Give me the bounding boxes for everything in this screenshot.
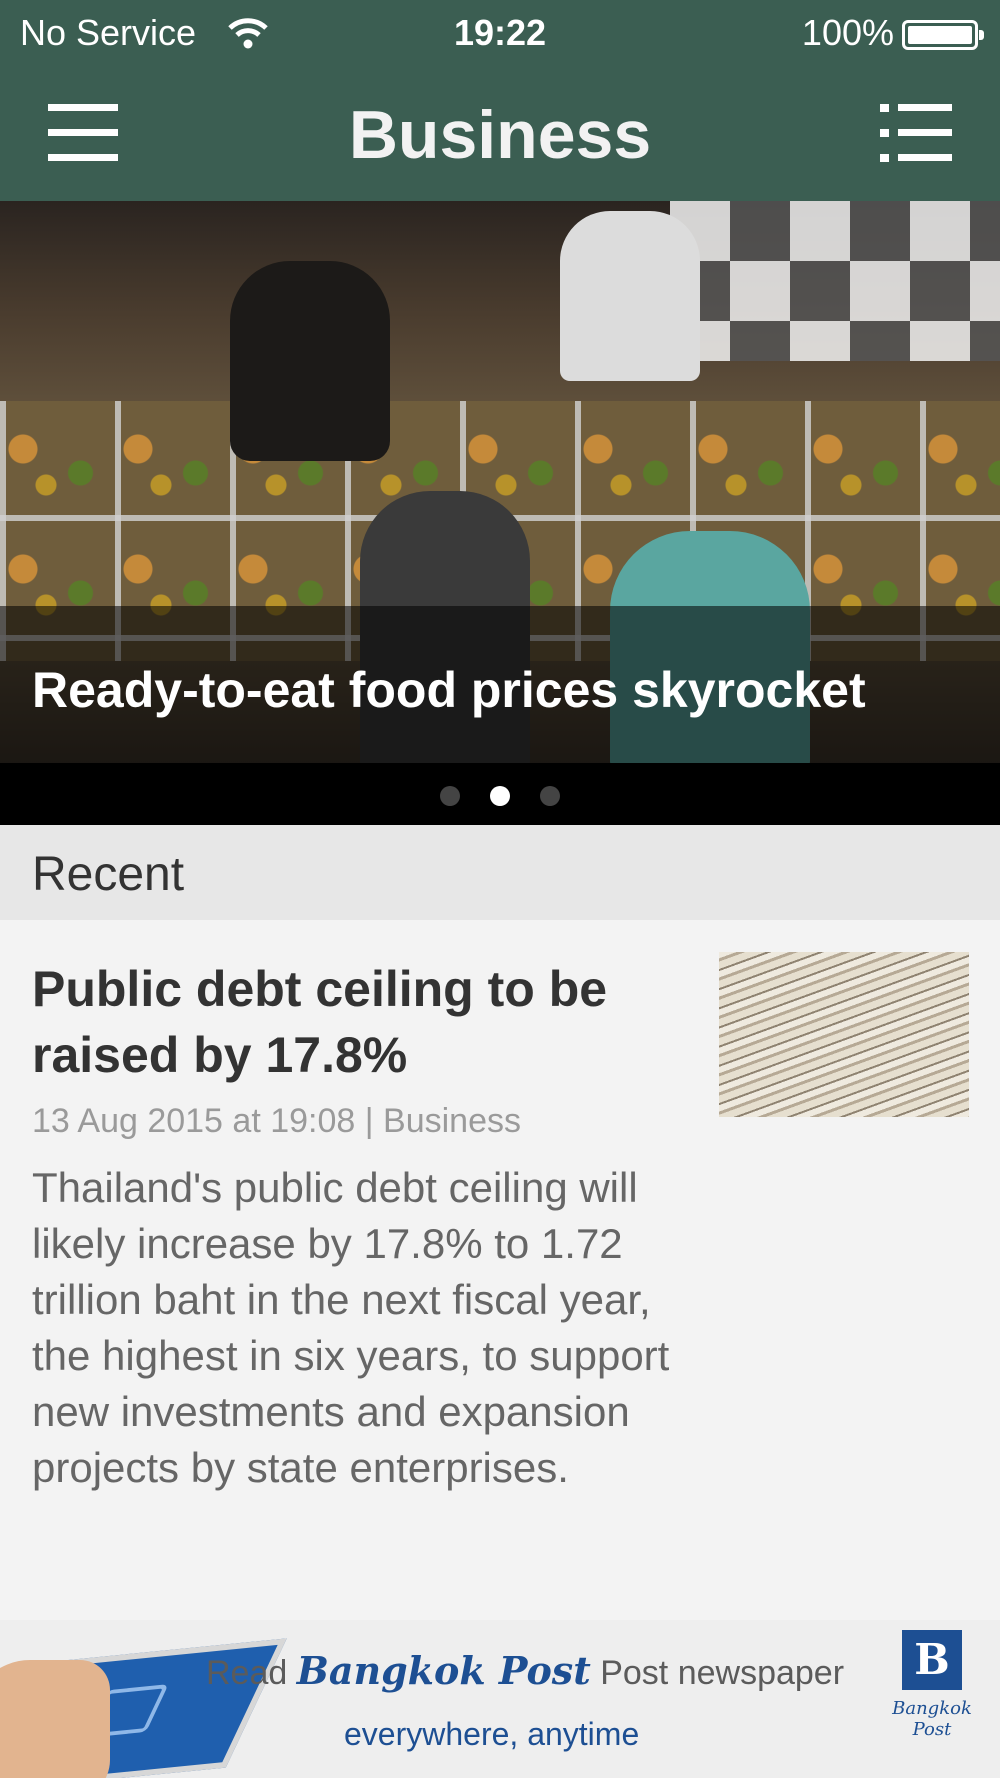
list-line [898,129,952,136]
battery-icon [902,20,984,50]
list-line [898,154,952,161]
hero-image-person [230,261,390,461]
hero-headline: Ready-to-eat food prices skyrocket [32,662,866,718]
article-headline: Public debt ceiling to be raised by 17.8… [32,961,608,1083]
article-summary: Thailand's public debt ceiling will like… [32,1164,670,1491]
status-bar: No Service 19:22 100% [0,0,1000,68]
ad-suffix: Post newspaper [600,1654,845,1692]
hero-image-person [560,211,700,381]
ad-tagline: everywhere, anytime [344,1716,640,1752]
ad-brand: Bangkok Post [296,1648,591,1693]
header: No Service 19:22 100% Business [0,0,1000,201]
page-dot-2-active[interactable] [490,786,510,806]
list-line [898,104,952,111]
nav-bar: Business [0,68,1000,201]
article-meta: 13 Aug 2015 at 19:08 | Business [32,1102,521,1140]
page-dot-3[interactable] [540,786,560,806]
section-header-recent: Recent [0,825,1000,920]
page-title: Business [348,97,652,173]
bangkok-post-logo: B [902,1630,962,1690]
list-bullet [880,104,889,112]
ad-prefix: Read [206,1654,288,1692]
list-bullet [880,129,889,137]
ad-banner[interactable]: Read Bangkok Post Post newspaper everywh… [0,1620,1000,1778]
list-icon[interactable] [880,104,952,164]
logo-text: Bangkok Post [892,1698,972,1740]
hand-illustration [0,1660,110,1778]
battery-percent: 100% [801,12,894,53]
article-list-item[interactable]: Public debt ceiling to be raised by 17.8… [0,920,1000,1620]
article-thumbnail [719,952,969,1117]
section-label: Recent [32,848,185,901]
hero-image-tiles [670,201,1000,361]
hero-carousel-slide[interactable]: Ready-to-eat food prices skyrocket [0,201,1000,763]
ad-headline: Read Bangkok Post Post newspaper [206,1648,844,1693]
page-dot-1[interactable] [440,786,460,806]
list-bullet [880,154,889,162]
carousel-page-indicator [0,763,1000,825]
